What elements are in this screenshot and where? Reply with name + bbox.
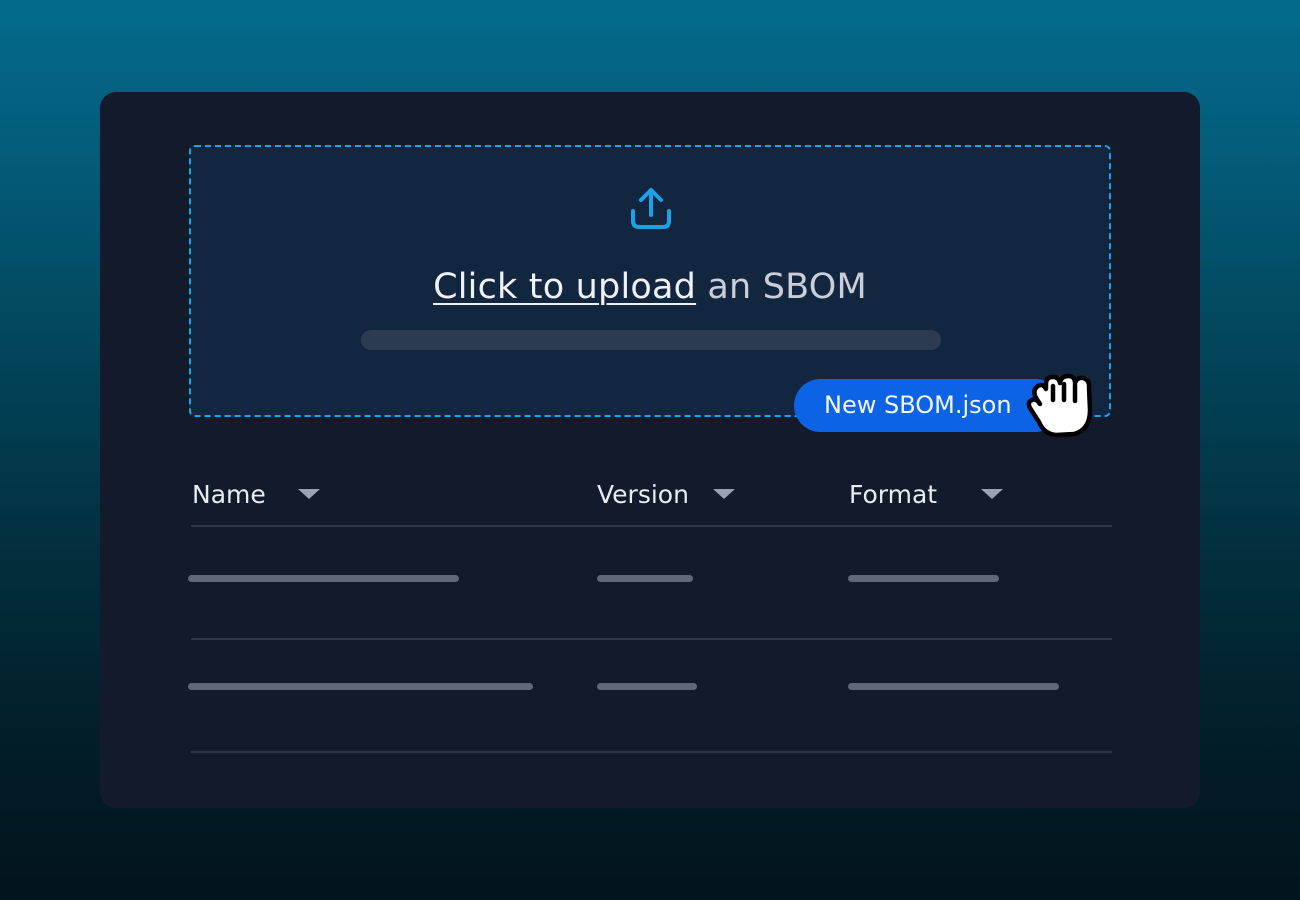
- table-row-divider: [191, 638, 1112, 640]
- column-header-version-label: Version: [597, 479, 689, 509]
- upload-prompt: Click to upload an SBOM: [191, 267, 1109, 307]
- caret-down-icon: [981, 489, 1004, 499]
- column-header-name-label: Name: [192, 479, 266, 509]
- column-header-version[interactable]: Version: [597, 474, 735, 514]
- click-to-upload-link[interactable]: Click to upload: [433, 267, 696, 307]
- table-row-divider: [191, 751, 1112, 753]
- grab-hand-icon: [1026, 373, 1093, 438]
- upload-prompt-rest: an SBOM: [696, 267, 867, 307]
- table-header-divider: [191, 525, 1112, 527]
- upload-panel: Click to upload an SBOM: [100, 92, 1200, 808]
- caret-down-icon: [712, 489, 735, 499]
- skeleton-version: [597, 683, 697, 690]
- skeleton-format: [848, 683, 1059, 690]
- column-header-name[interactable]: Name: [192, 474, 320, 514]
- caret-down-icon: [297, 489, 320, 499]
- column-header-format-label: Format: [849, 479, 938, 509]
- column-header-format[interactable]: Format: [849, 474, 1004, 514]
- dragged-file-chip[interactable]: New SBOM.json: [794, 379, 1062, 432]
- upload-dropzone[interactable]: Click to upload an SBOM: [189, 145, 1111, 417]
- skeleton-version: [597, 575, 693, 582]
- upload-progress-bar: [361, 330, 941, 350]
- upload-icon: [631, 188, 671, 229]
- skeleton-name: [188, 575, 459, 582]
- skeleton-format: [848, 575, 999, 582]
- skeleton-name: [188, 683, 533, 690]
